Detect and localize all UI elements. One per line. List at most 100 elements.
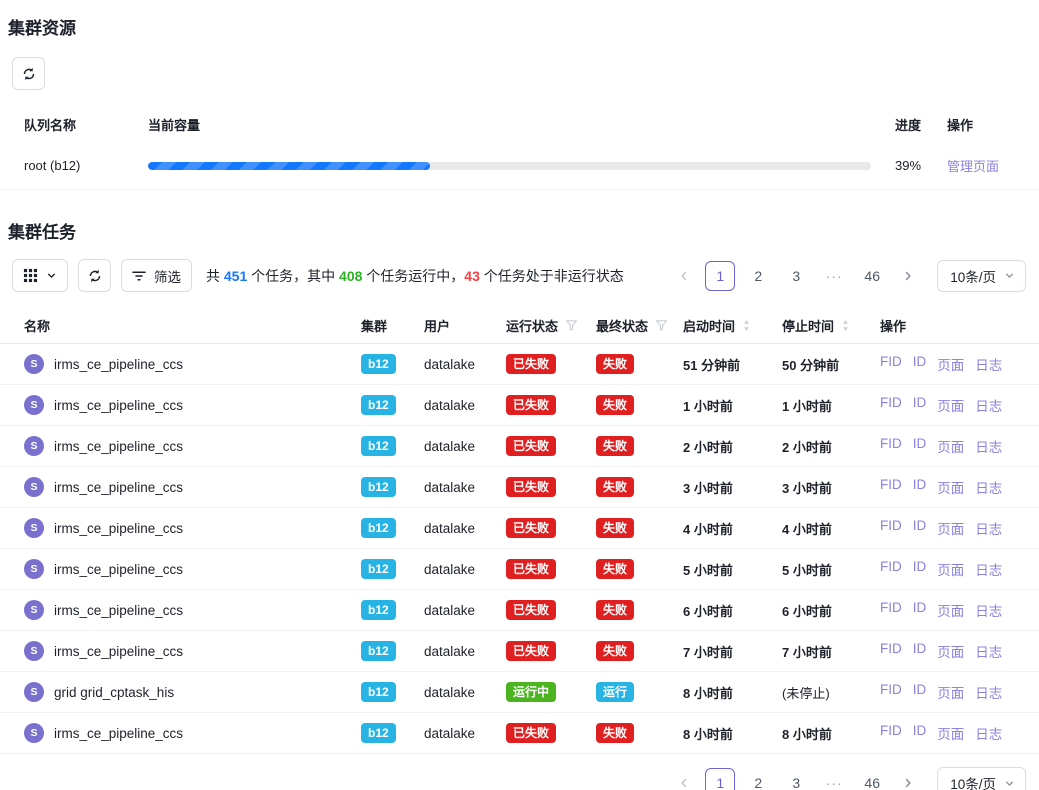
action-link[interactable]: 页面 bbox=[937, 436, 964, 456]
final-status-badge: 失败 bbox=[596, 559, 634, 579]
action-link[interactable]: 页面 bbox=[937, 723, 964, 743]
action-link[interactable]: 日志 bbox=[975, 436, 1002, 456]
action-link[interactable]: FID bbox=[880, 723, 902, 743]
pagination-page[interactable]: 46 bbox=[857, 768, 887, 790]
action-link[interactable]: 日志 bbox=[975, 682, 1002, 702]
final-status-badge: 失败 bbox=[596, 477, 634, 497]
action-link[interactable]: 页面 bbox=[937, 559, 964, 579]
sorter-icon[interactable] bbox=[742, 319, 751, 332]
avatar: S bbox=[24, 559, 44, 579]
action-link[interactable]: FID bbox=[880, 641, 902, 661]
action-link[interactable]: ID bbox=[913, 641, 927, 661]
summary-text: 个任务，其中 bbox=[247, 268, 339, 284]
col-resource-actions: 操作 bbox=[947, 115, 1031, 134]
capacity-progress bbox=[148, 162, 895, 170]
action-link[interactable]: ID bbox=[913, 477, 927, 497]
avatar: S bbox=[24, 477, 44, 497]
pagination-page[interactable]: 3 bbox=[781, 261, 811, 291]
chevron-down-icon bbox=[46, 270, 57, 281]
task-actions: FID ID 页面日志 bbox=[880, 641, 1031, 661]
action-link[interactable]: 日志 bbox=[975, 354, 1002, 374]
action-link[interactable]: ID bbox=[913, 682, 927, 702]
action-link[interactable]: ID bbox=[913, 559, 927, 579]
start-time: 8 小时前 bbox=[683, 683, 782, 702]
action-link[interactable]: ID bbox=[913, 436, 927, 456]
action-link[interactable]: FID bbox=[880, 559, 902, 579]
action-link[interactable]: ID bbox=[913, 600, 927, 620]
pagination-page[interactable]: 2 bbox=[743, 261, 773, 291]
stop-time: 6 小时前 bbox=[782, 601, 880, 620]
action-link[interactable]: 日志 bbox=[975, 477, 1002, 497]
resources-table-header: 队列名称 当前容量 进度 操作 bbox=[0, 106, 1039, 142]
action-link[interactable]: 日志 bbox=[975, 600, 1002, 620]
pagination-page[interactable]: 1 bbox=[705, 261, 735, 291]
page-size-select[interactable]: 10条/页 bbox=[937, 767, 1026, 790]
col-run-status: 运行状态 bbox=[506, 316, 596, 335]
avatar: S bbox=[24, 436, 44, 456]
pagination-next[interactable] bbox=[895, 768, 921, 790]
action-link[interactable]: FID bbox=[880, 600, 902, 620]
cluster-badge: b12 bbox=[361, 354, 396, 374]
action-link[interactable]: FID bbox=[880, 354, 902, 374]
action-link[interactable]: 页面 bbox=[937, 518, 964, 538]
final-status-badge: 运行 bbox=[596, 682, 634, 702]
pagination-prev[interactable] bbox=[671, 261, 697, 291]
task-user: datalake bbox=[424, 357, 506, 372]
pagination-page[interactable]: 1 bbox=[705, 768, 735, 790]
action-link[interactable]: ID bbox=[913, 723, 927, 743]
cluster-badge: b12 bbox=[361, 436, 396, 456]
action-link[interactable]: FID bbox=[880, 395, 902, 415]
funnel-filter-icon[interactable] bbox=[565, 319, 578, 332]
filter-button[interactable]: 筛选 bbox=[121, 259, 192, 292]
action-link[interactable]: ID bbox=[913, 518, 927, 538]
action-link[interactable]: FID bbox=[880, 436, 902, 456]
action-link[interactable]: FID bbox=[880, 682, 902, 702]
pagination-next[interactable] bbox=[895, 261, 921, 291]
page: 集群资源 队列名称 当前容量 进度 操作 root (b12) 39% bbox=[0, 0, 1039, 790]
action-link[interactable]: FID bbox=[880, 518, 902, 538]
capacity-progress-fill bbox=[148, 162, 430, 170]
task-user: datalake bbox=[424, 644, 506, 659]
manage-page-link[interactable]: 管理页面 bbox=[947, 159, 999, 174]
action-link[interactable]: ID bbox=[913, 354, 927, 374]
action-link[interactable]: FID bbox=[880, 477, 902, 497]
action-link[interactable]: 页面 bbox=[937, 354, 964, 374]
action-link[interactable]: 页面 bbox=[937, 395, 964, 415]
sorter-icon[interactable] bbox=[841, 319, 850, 332]
task-name-cell: S irms_ce_pipeline_ccs bbox=[24, 436, 361, 456]
run-status-badge: 已失败 bbox=[506, 395, 556, 415]
action-link[interactable]: 日志 bbox=[975, 641, 1002, 661]
cluster-badge: b12 bbox=[361, 477, 396, 497]
summary-text: 个任务运行中， bbox=[362, 268, 464, 284]
action-link[interactable]: 日志 bbox=[975, 723, 1002, 743]
start-time: 4 小时前 bbox=[683, 519, 782, 538]
final-status-badge: 失败 bbox=[596, 641, 634, 661]
pagination-prev[interactable] bbox=[671, 768, 697, 790]
final-status-badge: 失败 bbox=[596, 436, 634, 456]
task-row: S irms_ce_pipeline_ccs b12 datalake 已失败 … bbox=[0, 590, 1039, 631]
action-link[interactable]: 日志 bbox=[975, 395, 1002, 415]
pagination-page[interactable]: 3 bbox=[781, 768, 811, 790]
task-name-cell: S irms_ce_pipeline_ccs bbox=[24, 641, 361, 661]
funnel-filter-icon[interactable] bbox=[655, 319, 668, 332]
pagination-page[interactable]: 2 bbox=[743, 768, 773, 790]
action-link[interactable]: ID bbox=[913, 395, 927, 415]
tasks-title: 集群任务 bbox=[8, 218, 1039, 243]
action-link[interactable]: 日志 bbox=[975, 518, 1002, 538]
column-settings-button[interactable] bbox=[12, 259, 68, 292]
run-status-badge: 已失败 bbox=[506, 477, 556, 497]
resources-title: 集群资源 bbox=[8, 14, 1039, 39]
task-name: irms_ce_pipeline_ccs bbox=[54, 398, 183, 413]
action-link[interactable]: 页面 bbox=[937, 600, 964, 620]
resources-refresh-button[interactable] bbox=[12, 57, 45, 90]
action-link[interactable]: 日志 bbox=[975, 559, 1002, 579]
run-status-badge: 已失败 bbox=[506, 559, 556, 579]
action-link[interactable]: 页面 bbox=[937, 641, 964, 661]
tasks-refresh-button[interactable] bbox=[78, 259, 111, 292]
action-link[interactable]: 页面 bbox=[937, 477, 964, 497]
col-actions: 操作 bbox=[880, 316, 1031, 335]
pagination-page[interactable]: 46 bbox=[857, 261, 887, 291]
task-row: S irms_ce_pipeline_ccs b12 datalake 已失败 … bbox=[0, 508, 1039, 549]
action-link[interactable]: 页面 bbox=[937, 682, 964, 702]
page-size-select[interactable]: 10条/页 bbox=[937, 260, 1026, 292]
